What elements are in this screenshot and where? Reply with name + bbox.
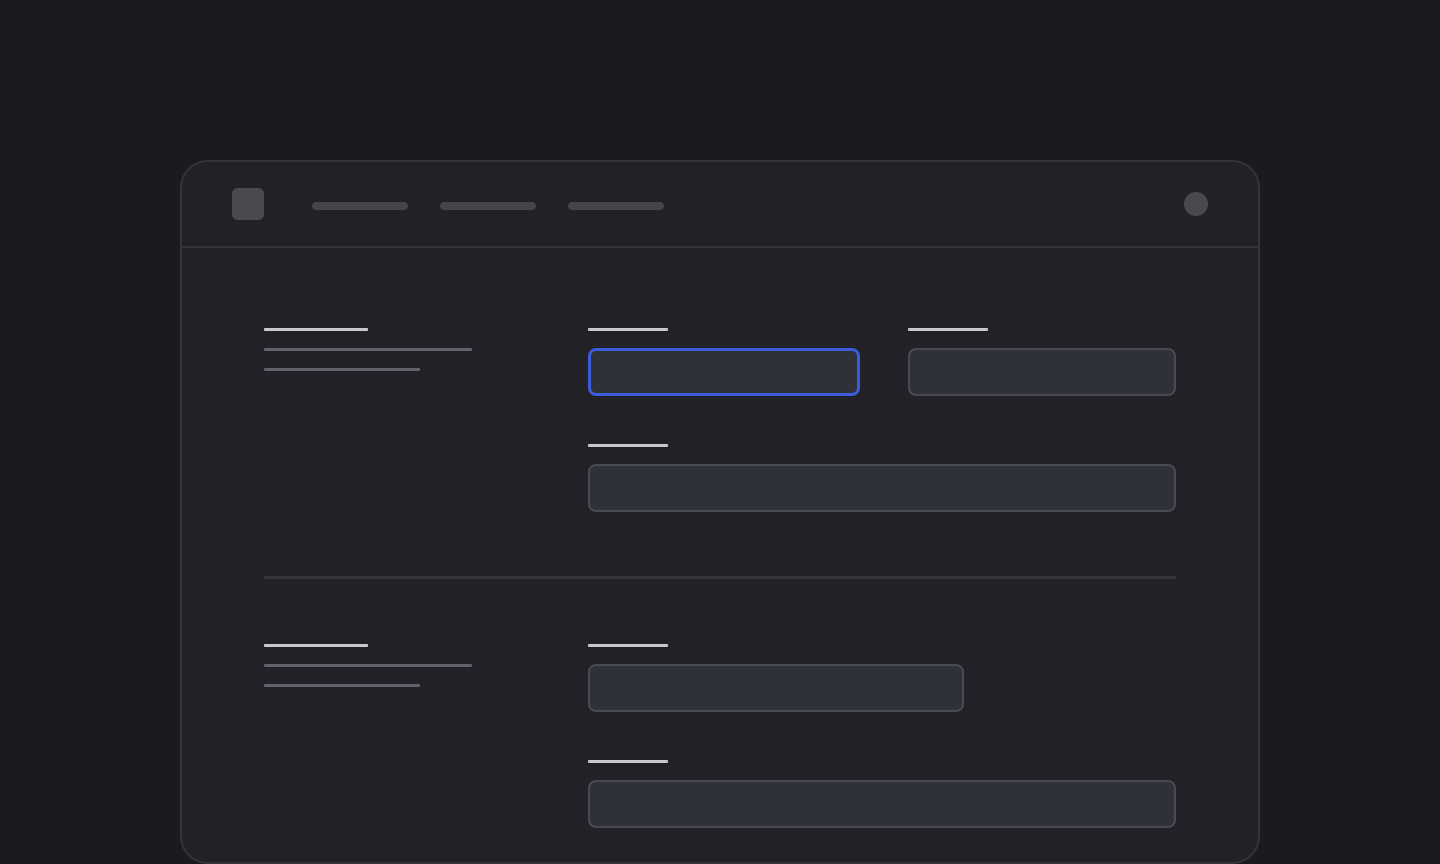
field-5-input[interactable]	[588, 780, 1176, 828]
field-3-input[interactable]	[588, 464, 1176, 512]
section-2-heading	[264, 644, 368, 647]
section-1-description-line-2	[264, 368, 420, 371]
field-1-input[interactable]	[588, 348, 860, 396]
user-avatar[interactable]	[1184, 192, 1208, 216]
nav-item-2[interactable]	[440, 202, 536, 210]
field-2-input[interactable]	[908, 348, 1176, 396]
nav-item-1[interactable]	[312, 202, 408, 210]
section-2-description-line-1	[264, 664, 472, 667]
field-3-label	[588, 444, 668, 447]
section-divider	[264, 576, 1176, 579]
field-4-input[interactable]	[588, 664, 964, 712]
section-1-description-line-1	[264, 348, 472, 351]
section-2-description-line-2	[264, 684, 420, 687]
app-logo[interactable]	[232, 188, 264, 220]
field-5-label	[588, 760, 668, 763]
field-4-label	[588, 644, 668, 647]
field-2-label	[908, 328, 988, 331]
nav-item-3[interactable]	[568, 202, 664, 210]
section-1-heading	[264, 328, 368, 331]
top-navigation-bar	[182, 162, 1258, 248]
field-1-label	[588, 328, 668, 331]
app-window	[180, 160, 1260, 864]
